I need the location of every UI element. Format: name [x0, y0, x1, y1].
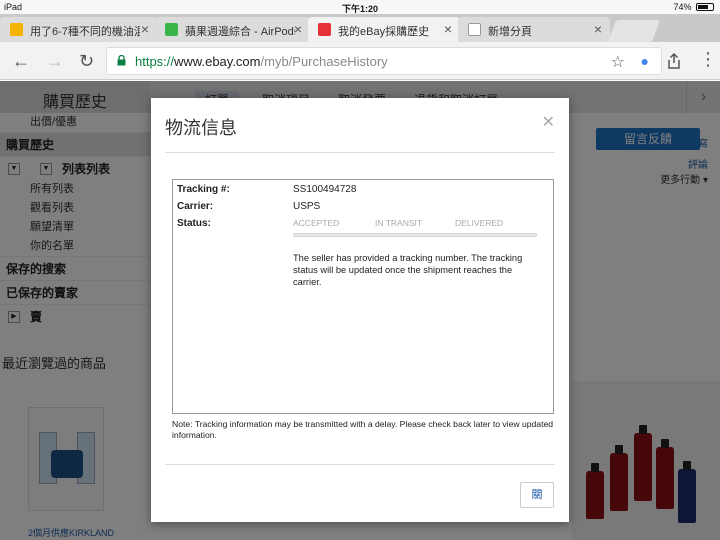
url-scheme: https://	[135, 54, 175, 69]
status-progress-bar	[293, 233, 537, 237]
share-icon[interactable]	[667, 53, 681, 69]
tab-label: 我的eBay採購歷史	[338, 26, 430, 38]
address-bar[interactable]: https://www.ebay.com/myb/PurchaseHistory…	[106, 47, 662, 75]
delay-note: Note: Tracking information may be transm…	[172, 419, 554, 440]
tab-label: 新增分頁	[488, 26, 532, 38]
tab-new-page[interactable]: 新增分頁 ×	[458, 17, 610, 42]
forward-arrow-icon[interactable]: →	[46, 51, 64, 72]
dialog-title: 物流信息	[165, 118, 237, 138]
close-icon[interactable]: ×	[294, 21, 302, 37]
favicon-icon	[10, 23, 23, 36]
lock-icon	[117, 55, 126, 66]
divider	[165, 464, 555, 465]
tab-bar: 用了6-7種不同的機油混 × 蘋果週邊綜合 - AirPods × 我的eBay…	[0, 14, 720, 42]
url-path: /myb/PurchaseHistory	[260, 54, 388, 69]
status-label: Status:	[177, 218, 211, 229]
close-icon[interactable]: ×	[444, 21, 452, 37]
close-button[interactable]: 關	[520, 482, 554, 508]
microphone-icon[interactable]: ●	[641, 53, 649, 69]
carrier-label: Carrier:	[177, 201, 214, 212]
tab-ebay[interactable]: 我的eBay採購歷史 ×	[308, 17, 460, 42]
new-tab-button[interactable]	[607, 20, 661, 42]
close-icon[interactable]: ×	[141, 21, 149, 37]
page-icon	[468, 23, 481, 36]
tracking-message: The seller has provided a tracking numbe…	[293, 253, 523, 287]
divider	[165, 152, 555, 153]
tab-label: 用了6-7種不同的機油混	[30, 26, 140, 38]
bookmark-star-icon[interactable]: ☆	[611, 52, 625, 72]
battery-indicator: 74%	[673, 2, 714, 12]
tracking-number-label: Tracking #:	[177, 184, 230, 195]
url-host: www.ebay.com	[174, 54, 261, 69]
reload-icon[interactable]: ↻	[79, 51, 94, 72]
battery-percent: 74%	[673, 2, 692, 12]
step-accepted: ACCEPTED	[293, 218, 340, 228]
tracking-number-value: SS100494728	[293, 184, 357, 195]
status-bar: iPad 下午1:20 74%	[0, 0, 720, 14]
battery-icon	[696, 3, 714, 11]
step-delivered: DELIVERED	[455, 218, 504, 228]
favicon-icon	[165, 23, 178, 36]
tab-airpods[interactable]: 蘋果週邊綜合 - AirPods ×	[155, 17, 310, 42]
tracking-dialog: 物流信息 ✕ Tracking #: SS100494728 Carrier: …	[151, 98, 569, 522]
close-icon[interactable]: ×	[594, 21, 602, 37]
favicon-icon	[318, 23, 331, 36]
tab-label: 蘋果週邊綜合 - AirPods	[185, 26, 295, 38]
step-in-transit: IN TRANSIT	[375, 218, 423, 228]
back-arrow-icon[interactable]: ←	[12, 51, 30, 72]
tracking-details: Tracking #: SS100494728 Carrier: USPS St…	[172, 179, 554, 414]
menu-icon[interactable]: ⋮	[699, 49, 717, 70]
browser-toolbar: ← → ↻ https://www.ebay.com/myb/PurchaseH…	[0, 42, 720, 80]
tab-oil[interactable]: 用了6-7種不同的機油混 ×	[0, 17, 157, 42]
carrier-value: USPS	[293, 201, 321, 212]
close-icon[interactable]: ✕	[542, 112, 555, 132]
